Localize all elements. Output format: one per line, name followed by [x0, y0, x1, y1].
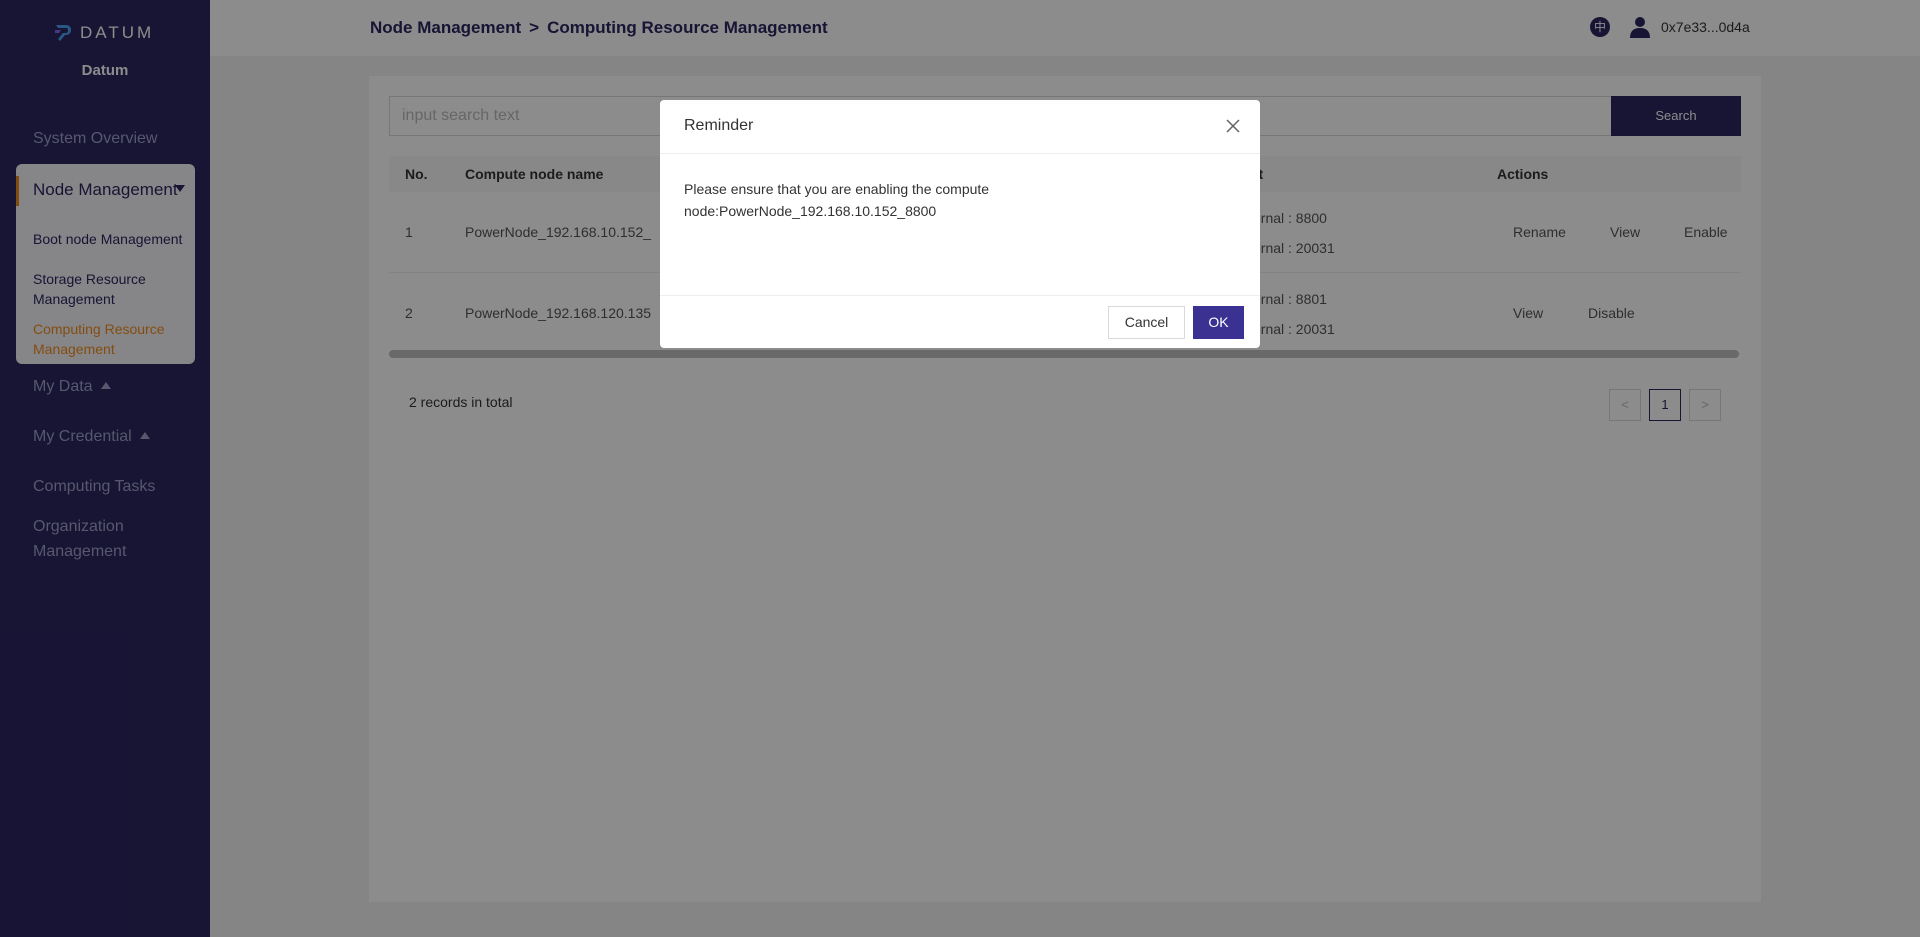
reminder-dialog: Reminder Please ensure that you are enab… [660, 100, 1260, 348]
dialog-footer: Cancel OK [660, 295, 1260, 348]
cancel-button[interactable]: Cancel [1108, 306, 1185, 339]
close-icon[interactable] [1224, 117, 1242, 135]
ok-button[interactable]: OK [1193, 306, 1244, 339]
dialog-title: Reminder [684, 117, 754, 134]
dialog-message: Please ensure that you are enabling the … [684, 181, 990, 219]
dialog-header: Reminder [660, 100, 1260, 154]
